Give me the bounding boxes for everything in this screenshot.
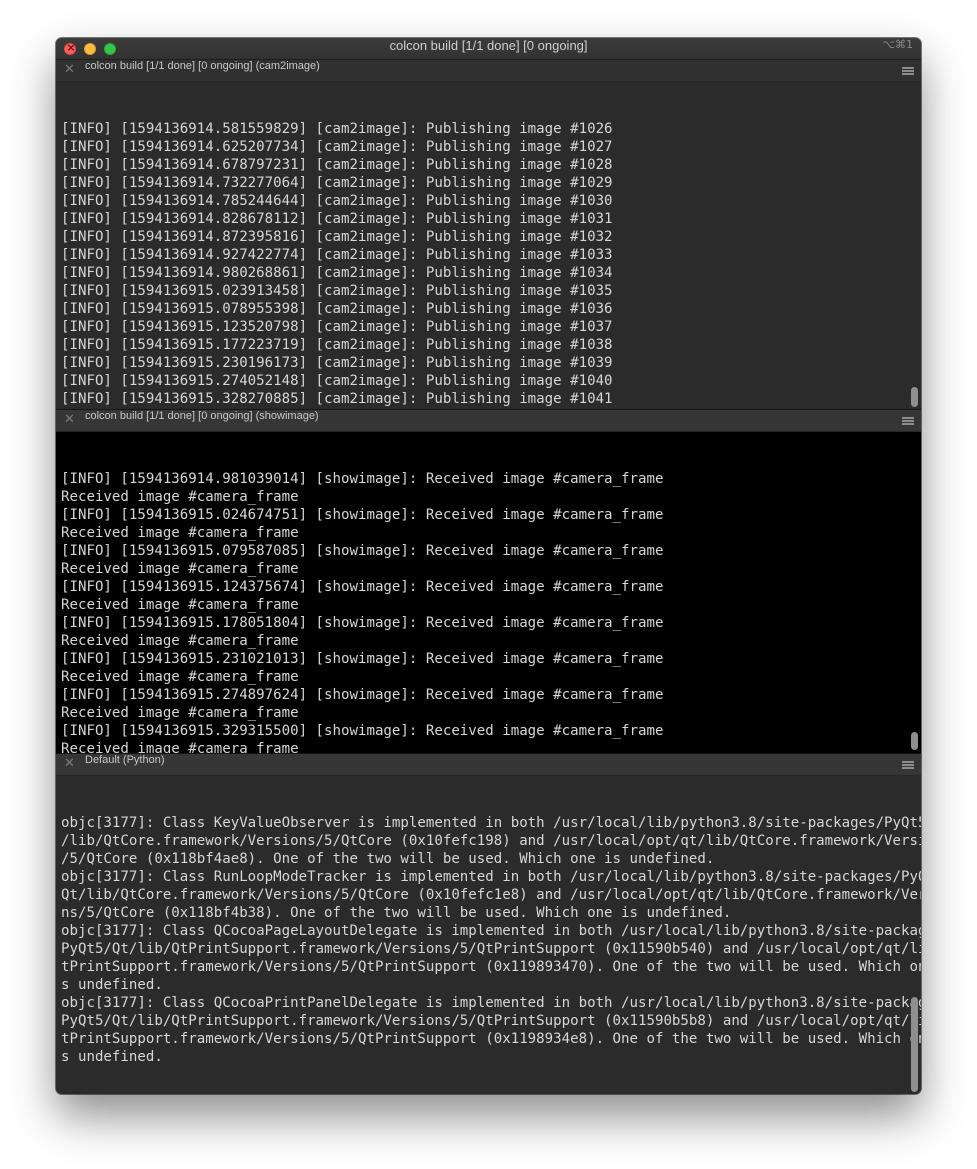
terminal-line: [INFO] [1594136914.785244644] [cam2image… xyxy=(61,193,613,209)
terminal-line: [INFO] [1594136914.732277064] [cam2image… xyxy=(61,175,613,191)
terminal-line: Received image #camera_frame xyxy=(61,633,299,649)
terminal-line: objc[3177]: Class KeyValueObserver is im… xyxy=(61,815,921,831)
window-shortcut-label: ⌥⌘1 xyxy=(882,38,913,51)
terminal-window: colcon build [1/1 done] [0 ongoing] ⌥⌘1 … xyxy=(56,38,921,1094)
terminal-line: PyQt5/Qt/lib/QtPrintSupport.framework/Ve… xyxy=(61,1013,921,1029)
window-title: colcon build [1/1 done] [0 ongoing] xyxy=(389,38,588,53)
pane-header[interactable]: ✕ Default (Python) xyxy=(56,754,921,776)
terminal-line: Received image #camera_frame xyxy=(61,741,299,753)
terminal-line: [INFO] [1594136915.328270885] [cam2image… xyxy=(61,391,613,407)
terminal-line: [INFO] [1594136915.177223719] [cam2image… xyxy=(61,337,613,353)
terminal-line: Received image #camera_frame xyxy=(61,561,299,577)
terminal-line: [INFO] [1594136915.274897624] [showimage… xyxy=(61,687,664,703)
terminal-line: [INFO] [1594136915.329315500] [showimage… xyxy=(61,723,664,739)
terminal-line: s undefined. xyxy=(61,1049,163,1065)
terminal-line: [INFO] [1594136914.581559829] [cam2image… xyxy=(61,121,613,137)
terminal-line: [INFO] [1594136915.274052148] [cam2image… xyxy=(61,373,613,389)
terminal-output[interactable]: [INFO] [1594136914.981039014] [showimage… xyxy=(56,432,921,753)
terminal-line: objc[3177]: Class RunLoopModeTracker is … xyxy=(61,869,921,885)
terminal-line: [INFO] [1594136915.230196173] [cam2image… xyxy=(61,355,613,371)
close-icon[interactable]: ✕ xyxy=(64,412,75,428)
pane-showimage[interactable]: ✕ colcon build [1/1 done] [0 ongoing] (s… xyxy=(56,410,921,753)
pane-header[interactable]: ✕ colcon build [1/1 done] [0 ongoing] (s… xyxy=(56,410,921,432)
close-icon[interactable]: ✕ xyxy=(64,756,75,772)
scrollbar[interactable] xyxy=(911,387,918,407)
terminal-line: [INFO] [1594136915.024674751] [showimage… xyxy=(61,507,664,523)
hamburger-icon[interactable] xyxy=(902,761,914,769)
scrollbar[interactable] xyxy=(911,732,918,750)
output-lines: [INFO] [1594136914.581559829] [cam2image… xyxy=(61,120,921,408)
terminal-line: tPrintSupport.framework/Versions/5/QtPri… xyxy=(61,1031,921,1047)
pane-title: colcon build [1/1 done] [0 ongoing] (cam… xyxy=(85,60,320,72)
terminal-line: ns/5/QtCore (0x118bf4b38). One of the tw… xyxy=(61,905,732,921)
terminal-output[interactable]: objc[3177]: Class KeyValueObserver is im… xyxy=(56,776,921,1094)
terminal-line: /5/QtCore (0x118bf4ae8). One of the two … xyxy=(61,851,715,867)
terminal-line: objc[3177]: Class QCocoaPageLayoutDelega… xyxy=(61,923,921,939)
output-lines: [INFO] [1594136914.981039014] [showimage… xyxy=(61,470,921,753)
terminal-line: [INFO] [1594136915.231021013] [showimage… xyxy=(61,651,664,667)
terminal-line: Received image #camera_frame xyxy=(61,705,299,721)
terminal-line: tPrintSupport.framework/Versions/5/QtPri… xyxy=(61,959,921,975)
terminal-line: [INFO] [1594136914.625207734] [cam2image… xyxy=(61,139,613,155)
terminal-line: [INFO] [1594136914.872395816] [cam2image… xyxy=(61,229,613,245)
close-icon[interactable]: ✕ xyxy=(64,62,75,78)
terminal-line: PyQt5/Qt/lib/QtPrintSupport.framework/Ve… xyxy=(61,941,921,957)
terminal-line: [INFO] [1594136915.078955398] [cam2image… xyxy=(61,301,613,317)
pane-title: Default (Python) xyxy=(85,754,165,766)
scrollbar[interactable] xyxy=(911,997,918,1092)
pane-default-python[interactable]: ✕ Default (Python) objc[3177]: Class Key… xyxy=(56,754,921,1094)
pane-header[interactable]: ✕ colcon build [1/1 done] [0 ongoing] (c… xyxy=(56,60,921,82)
terminal-line: [INFO] [1594136914.980268861] [cam2image… xyxy=(61,265,613,281)
terminal-line: Received image #camera_frame xyxy=(61,597,299,613)
terminal-line: [INFO] [1594136914.927422774] [cam2image… xyxy=(61,247,613,263)
terminal-line: [INFO] [1594136915.023913458] [cam2image… xyxy=(61,283,613,299)
terminal-line: [INFO] [1594136914.981039014] [showimage… xyxy=(61,471,664,487)
terminal-line: /lib/QtCore.framework/Versions/5/QtCore … xyxy=(61,833,921,849)
pane-cam2image[interactable]: ✕ colcon build [1/1 done] [0 ongoing] (c… xyxy=(56,60,921,409)
terminal-line: Received image #camera_frame xyxy=(61,525,299,541)
terminal-line: Received image #camera_frame xyxy=(61,489,299,505)
terminal-output[interactable]: [INFO] [1594136914.581559829] [cam2image… xyxy=(56,82,921,409)
title-bar[interactable]: colcon build [1/1 done] [0 ongoing] ⌥⌘1 xyxy=(56,38,921,60)
terminal-line: [INFO] [1594136915.178051804] [showimage… xyxy=(61,615,664,631)
terminal-line: [INFO] [1594136915.123520798] [cam2image… xyxy=(61,319,613,335)
terminal-line: Qt/lib/QtCore.framework/Versions/5/QtCor… xyxy=(61,887,921,903)
hamburger-icon[interactable] xyxy=(902,417,914,425)
terminal-line: [INFO] [1594136914.678797231] [cam2image… xyxy=(61,157,613,173)
output-lines: objc[3177]: Class KeyValueObserver is im… xyxy=(61,814,921,1066)
terminal-line: Received image #camera_frame xyxy=(61,669,299,685)
pane-title: colcon build [1/1 done] [0 ongoing] (sho… xyxy=(85,410,319,422)
terminal-line: [INFO] [1594136915.079587085] [showimage… xyxy=(61,543,664,559)
terminal-line: s undefined. xyxy=(61,977,163,993)
terminal-line: objc[3177]: Class QCocoaPrintPanelDelega… xyxy=(61,995,921,1011)
hamburger-icon[interactable] xyxy=(902,67,914,75)
terminal-line: [INFO] [1594136915.124375674] [showimage… xyxy=(61,579,664,595)
terminal-line: [INFO] [1594136914.828678112] [cam2image… xyxy=(61,211,613,227)
